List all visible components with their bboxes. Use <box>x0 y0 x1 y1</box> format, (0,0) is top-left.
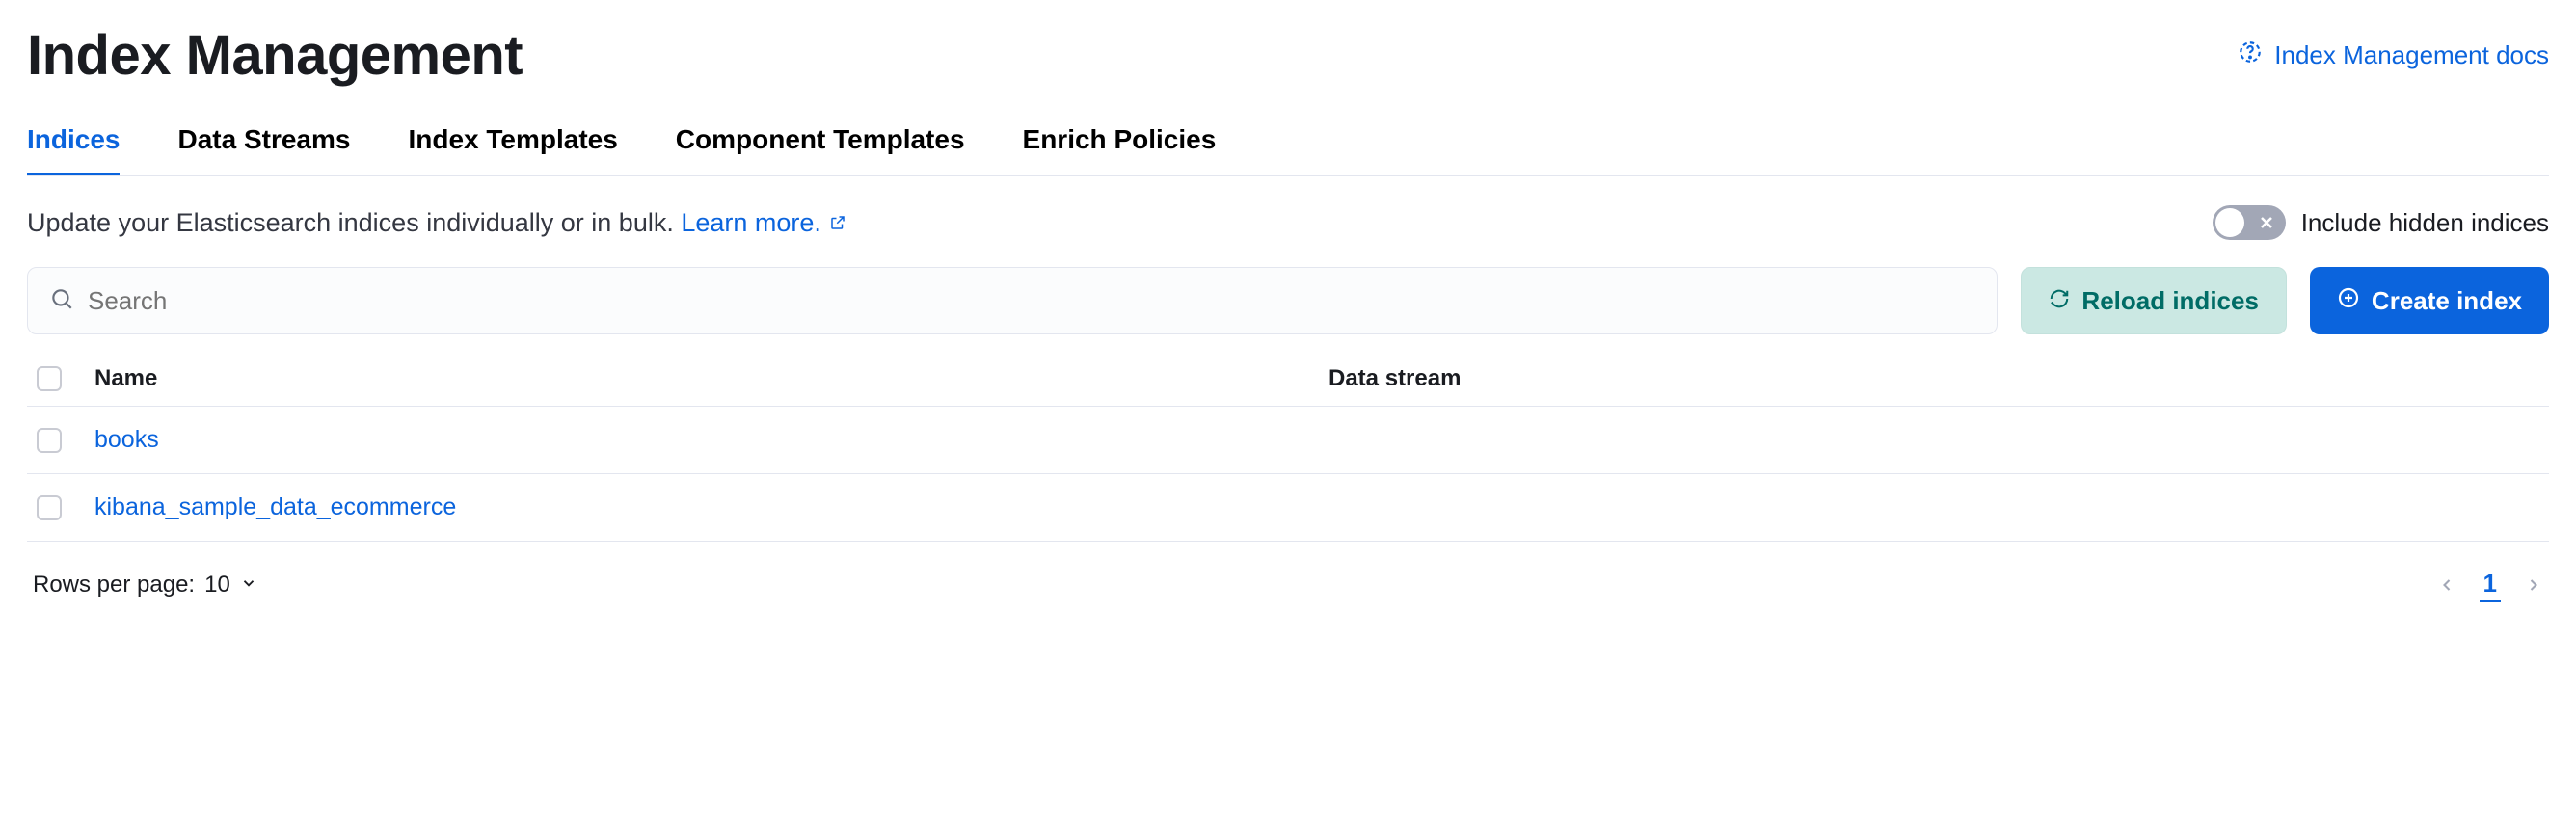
column-header-name[interactable]: Name <box>94 365 1328 392</box>
tabs: Indices Data Streams Index Templates Com… <box>27 124 2549 176</box>
tab-enrich-policies[interactable]: Enrich Policies <box>1023 124 1217 175</box>
tab-index-templates[interactable]: Index Templates <box>408 124 617 175</box>
table-header: Name Data stream <box>27 352 2549 407</box>
plus-circle-icon <box>2337 286 2360 316</box>
chevron-down-icon <box>240 571 257 598</box>
column-header-data-stream[interactable]: Data stream <box>1328 365 2539 392</box>
table-row: books <box>27 407 2549 474</box>
tab-component-templates[interactable]: Component Templates <box>676 124 965 175</box>
row-checkbox[interactable] <box>37 495 62 520</box>
tab-data-streams[interactable]: Data Streams <box>177 124 350 175</box>
search-box[interactable] <box>27 267 1998 334</box>
page-title: Index Management <box>27 23 523 88</box>
prev-page-button[interactable] <box>2437 575 2456 595</box>
index-link[interactable]: books <box>94 426 159 453</box>
table-row: kibana_sample_data_ecommerce <box>27 474 2549 542</box>
external-link-icon <box>829 208 846 238</box>
refresh-icon <box>2049 286 2070 316</box>
reload-indices-button[interactable]: Reload indices <box>2021 267 2287 334</box>
reload-label: Reload indices <box>2081 286 2259 316</box>
create-label: Create index <box>2372 286 2522 316</box>
include-hidden-label: Include hidden indices <box>2301 208 2549 238</box>
search-icon <box>49 286 74 316</box>
rows-per-page-selector[interactable]: Rows per page: 10 <box>33 571 257 598</box>
pager: 1 <box>2437 567 2543 602</box>
description-text: Update your Elasticsearch indices indivi… <box>27 208 681 237</box>
search-input[interactable] <box>88 268 1975 333</box>
rows-per-page-label: Rows per page: <box>33 571 195 598</box>
page-number[interactable]: 1 <box>2480 567 2501 602</box>
include-hidden-toggle[interactable] <box>2213 205 2286 240</box>
docs-link[interactable]: Index Management docs <box>2238 40 2549 71</box>
learn-more-label: Learn more. <box>681 208 821 238</box>
rows-per-page-value: 10 <box>204 571 230 598</box>
next-page-button[interactable] <box>2524 575 2543 595</box>
docs-link-label: Index Management docs <box>2274 40 2549 70</box>
learn-more-link[interactable]: Learn more. <box>681 208 846 238</box>
index-link[interactable]: kibana_sample_data_ecommerce <box>94 493 456 520</box>
tab-indices[interactable]: Indices <box>27 124 120 175</box>
toggle-knob <box>2215 208 2244 237</box>
description: Update your Elasticsearch indices indivi… <box>27 208 846 238</box>
x-icon <box>2257 213 2276 232</box>
help-circle-icon <box>2238 40 2263 71</box>
create-index-button[interactable]: Create index <box>2310 267 2549 334</box>
select-all-checkbox[interactable] <box>37 366 62 391</box>
row-checkbox[interactable] <box>37 428 62 453</box>
